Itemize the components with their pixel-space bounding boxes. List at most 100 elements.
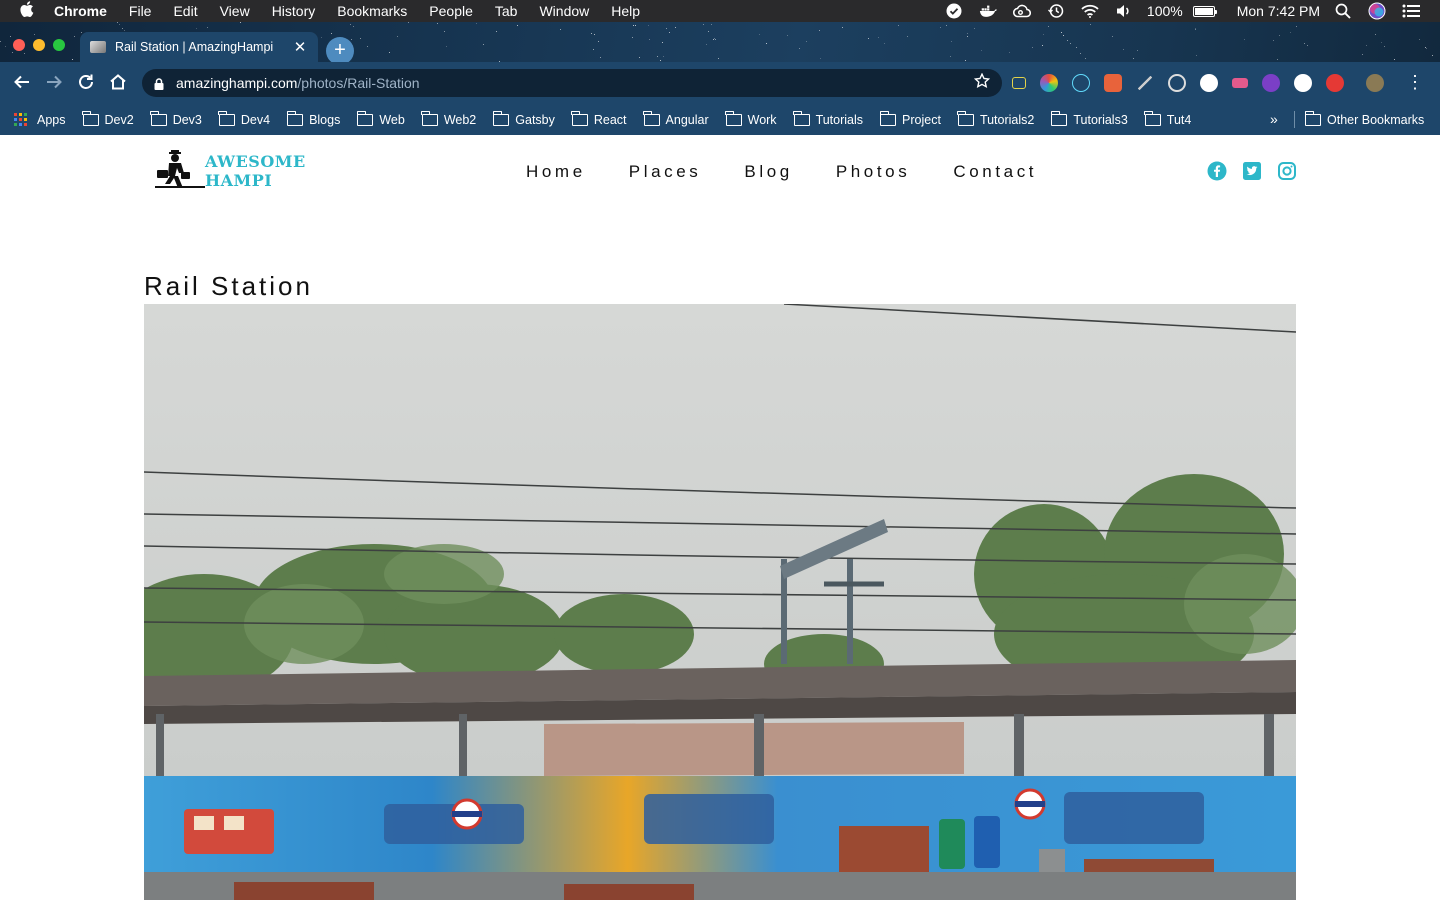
bookmark-folder[interactable]: Project <box>879 110 941 127</box>
macos-menu-bar: Chrome File Edit View History Bookmarks … <box>0 0 1440 22</box>
json-viewer-extension-icon[interactable] <box>1012 77 1026 89</box>
menu-edit[interactable]: Edit <box>162 0 208 22</box>
bookmarks-divider <box>1294 111 1295 128</box>
window-minimize-button[interactable] <box>33 39 45 51</box>
folder-icon <box>793 110 810 126</box>
bookmark-folder[interactable]: Blogs <box>286 110 341 127</box>
react-devtools-extension-icon[interactable] <box>1072 74 1090 92</box>
menu-people[interactable]: People <box>418 0 484 22</box>
reload-icon[interactable] <box>76 73 96 93</box>
screencast-extension-icon[interactable] <box>1232 78 1248 88</box>
tab-close-icon[interactable]: ✕ <box>292 38 308 56</box>
bookmark-apps[interactable]: Apps <box>14 112 66 127</box>
url-host: amazinghampi.com <box>176 75 298 91</box>
folder-icon <box>150 110 167 126</box>
nav-link-home[interactable]: Home <box>526 162 586 182</box>
bookmark-folder[interactable]: Tut4 <box>1144 110 1191 127</box>
docker-icon[interactable] <box>979 3 997 19</box>
new-tab-button[interactable]: + <box>326 37 354 65</box>
adblock-extension-icon[interactable] <box>1326 74 1344 92</box>
facebook-icon[interactable] <box>1207 161 1227 181</box>
app-menu-chrome[interactable]: Chrome <box>54 0 118 22</box>
tab-favicon-icon <box>90 41 106 53</box>
wifi-icon[interactable] <box>1081 3 1099 19</box>
bookmark-folder[interactable]: Dev4 <box>218 110 271 127</box>
menu-tab[interactable]: Tab <box>484 0 529 22</box>
address-bar[interactable]: amazinghampi.com/photos/Rail-Station <box>142 69 1002 97</box>
other-bookmarks-folder[interactable]: Other Bookmarks <box>1304 104 1424 135</box>
menu-view[interactable]: View <box>209 0 261 22</box>
bookmark-label: Dev4 <box>240 112 271 127</box>
checkmark-icon[interactable] <box>945 3 963 19</box>
bookmark-folder[interactable]: Angular <box>643 110 709 127</box>
bookmark-folder[interactable]: Tutorials <box>793 110 863 127</box>
menu-bar-clock[interactable]: Mon 7:42 PM <box>1237 3 1320 19</box>
browser-toolbar: amazinghampi.com/photos/Rail-Station ⋮ <box>0 62 1440 104</box>
home-icon[interactable] <box>108 73 128 93</box>
nav-link-contact[interactable]: Contact <box>953 162 1037 182</box>
folder-icon <box>356 110 374 126</box>
bookmark-folder[interactable]: Work <box>725 110 777 127</box>
siri-icon[interactable] <box>1368 2 1386 20</box>
logo-line-1: AWESOME <box>205 152 306 171</box>
time-machine-icon[interactable] <box>1047 3 1065 19</box>
lock-icon[interactable] <box>154 77 164 90</box>
twitter-icon[interactable] <box>1242 161 1262 181</box>
bookmark-label: Work <box>747 112 777 127</box>
bookmark-folder[interactable]: Gatsby <box>492 110 555 127</box>
menu-history[interactable]: History <box>261 0 327 22</box>
eyedropper-extension-icon[interactable] <box>1136 74 1154 92</box>
folder-icon <box>492 110 510 126</box>
apple-menu-icon[interactable] <box>0 1 54 21</box>
browser-chrome: Rail Station | AmazingHampi ✕ + amazingh… <box>0 22 1440 135</box>
logo-text: AWESOME HAMPI <box>205 152 306 190</box>
menu-help[interactable]: Help <box>600 0 651 22</box>
creative-cloud-icon[interactable] <box>1012 3 1031 19</box>
bookmark-folder[interactable]: Web2 <box>421 110 476 127</box>
nav-link-blog[interactable]: Blog <box>744 162 792 182</box>
more-bookmarks-chevron-icon[interactable]: » <box>1270 104 1278 135</box>
menu-window[interactable]: Window <box>528 0 600 22</box>
spotlight-search-icon[interactable] <box>1334 3 1352 19</box>
window-zoom-button[interactable] <box>53 39 65 51</box>
profile-avatar[interactable] <box>1366 74 1384 92</box>
target-extension-icon[interactable] <box>1168 74 1186 92</box>
bookmark-folder[interactable]: Dev2 <box>82 110 134 127</box>
dark-mode-extension-icon[interactable] <box>1294 74 1312 92</box>
browser-menu-icon[interactable]: ⋮ <box>1406 72 1424 92</box>
folder-icon <box>725 110 742 126</box>
bookmark-label: Web <box>379 112 405 127</box>
color-picker-extension-icon[interactable] <box>1040 74 1058 92</box>
bookmark-label: Angular <box>665 112 709 127</box>
bookmark-label: Blogs <box>309 112 341 127</box>
instagram-icon[interactable] <box>1277 161 1297 181</box>
volume-icon[interactable] <box>1115 3 1133 19</box>
forward-arrow-icon[interactable] <box>44 73 64 93</box>
extensions-row <box>1012 73 1398 93</box>
window-close-button[interactable] <box>13 39 25 51</box>
url-path: /photos/Rail-Station <box>297 75 420 91</box>
folder-icon <box>286 110 304 126</box>
bookmark-folder[interactable]: React <box>571 110 627 127</box>
folder-icon <box>643 110 660 126</box>
nav-link-photos[interactable]: Photos <box>836 162 911 182</box>
bookmark-folder[interactable]: Tutorials3 <box>1050 110 1128 127</box>
bookmark-star-icon[interactable] <box>973 72 991 94</box>
menu-file[interactable]: File <box>118 0 163 22</box>
folder-icon <box>571 110 588 126</box>
notification-center-icon[interactable] <box>1402 3 1420 19</box>
bookmark-folder[interactable]: Dev3 <box>150 110 202 127</box>
browser-tab-active[interactable]: Rail Station | AmazingHampi ✕ <box>80 32 318 62</box>
site-logo[interactable]: AWESOME HAMPI <box>155 150 335 192</box>
back-arrow-icon[interactable] <box>12 73 32 93</box>
bookmark-folder[interactable]: Web <box>356 110 405 127</box>
postman-extension-icon[interactable] <box>1104 74 1122 92</box>
folder-icon <box>218 110 235 126</box>
rail-station-photo[interactable] <box>144 304 1296 900</box>
grammarly-extension-icon[interactable] <box>1200 74 1218 92</box>
bookmark-folder[interactable]: Tutorials2 <box>957 110 1034 127</box>
battery-icon[interactable] <box>1192 5 1217 17</box>
purple-circle-extension-icon[interactable] <box>1262 74 1280 92</box>
menu-bookmarks[interactable]: Bookmarks <box>326 0 418 22</box>
nav-link-places[interactable]: Places <box>629 162 702 182</box>
